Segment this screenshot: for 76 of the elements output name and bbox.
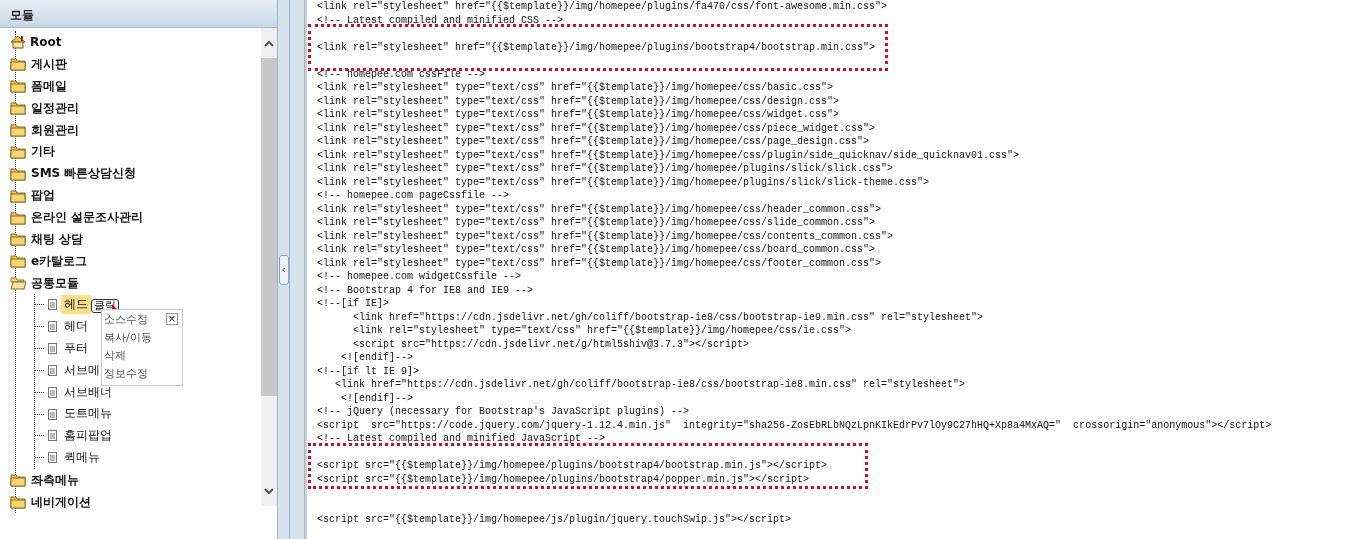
scrollbar[interactable]: [261, 28, 277, 506]
code-line: <link rel="stylesheet" href="{{$template}}/img/homepee/plugins/bootstrap4/bootstrap.min.css">: [317, 40, 876, 54]
code-line: <link href="https://cdn.jsdelivr.net/gh/coliff/bootstrap-ie8/css/bootstrap-ie9.min.css" rel="stylesheet">: [352, 310, 985, 324]
tree-item[interactable]: e카탈로그: [29, 251, 90, 270]
code-line: <!-- Bootstrap 4 for IE8 and IE9 -->: [317, 283, 535, 297]
tree-item[interactable]: SMS 빠른상담신청: [29, 164, 139, 183]
code-line: <script src="{{$template}}/img/homepee/plugins/bootstrap4/bootstrap.min.js"></script>: [317, 459, 829, 473]
code-line: <!-- homepee.com pageCssfile -->: [317, 189, 511, 203]
chevron-up-icon: [263, 38, 275, 48]
collapse-button[interactable]: ‹: [278, 254, 289, 285]
code-line: <link rel="stylesheet" type="text/css" href="{{$template}}/img/homepee/plugins/slick/slick.css">: [317, 162, 895, 176]
code-line: <script src="{{$template}}/img/homepee/plugins/bootstrap4/popper.min.js"></script>: [317, 472, 811, 486]
code-line: <link rel="stylesheet" type="text/css" href="{{$template}}/img/homepee/css/slide_common.css">: [317, 216, 877, 230]
close-button[interactable]: ×: [166, 313, 178, 325]
page-icon: [47, 341, 58, 355]
tree-item[interactable]: 도트메뉴: [61, 404, 115, 424]
page-icon: [47, 385, 58, 399]
tree-item[interactable]: 네비게이션: [29, 492, 93, 511]
code-line: <link rel="stylesheet" type="text/css" href="{{$template}}/img/homepee/css/widget.css">: [317, 108, 841, 122]
page-icon: [47, 429, 58, 443]
tree-item[interactable]: 온라인 설문조사관리: [29, 208, 146, 227]
tree-item[interactable]: 공통모듈: [29, 273, 81, 292]
code-line: <link rel="stylesheet" type="text/css" href="{{$template}}/img/homepee/css/piece_widget.css">: [317, 121, 877, 135]
code-line: <link rel="stylesheet" href="{{$template}}/img/homepee/plugins/fa470/css/font-awesome.min.css">: [317, 0, 889, 14]
tree-item[interactable]: 기타: [29, 142, 57, 161]
tree-item[interactable]: 채팅 상담: [29, 229, 86, 248]
tree-item[interactable]: 게시판: [29, 54, 69, 73]
code-line: <!-- homepee.com widgetCssfile -->: [317, 270, 523, 284]
tree-item[interactable]: 헤드: [61, 295, 91, 315]
code-line: <script src="https://code.jquery.com/jquery-1.12.4.min.js" integrity="sha256-ZosEbRLbNQzLpnKIkEdrPv7lOy9C27hHQ+Xp8a4MxAQ=" crossorigin="anonymous"></script>: [317, 418, 1273, 432]
tree-item[interactable]: 팝업: [29, 186, 57, 205]
page-icon: [47, 407, 58, 421]
code-line: <link rel="stylesheet" type="text/css" href="{{$template}}/img/homepee/plugins/slick/slick-theme.css">: [317, 175, 931, 189]
tree-item[interactable]: 홈피팝업: [61, 426, 115, 446]
chevron-down-icon: [263, 486, 275, 496]
code-line: <link rel="stylesheet" type="text/css" href="{{$template}}/img/homepee/css/footer_common.css">: [317, 256, 883, 270]
code-line: <link rel="stylesheet" type="text/css" href="{{$template}}/img/homepee/css/page_design.css">: [317, 135, 871, 149]
code-line: <!-- Latest compiled and minified CSS -->: [317, 13, 565, 27]
menu-item[interactable]: 정보수정: [104, 365, 148, 383]
code-line: <link rel="stylesheet" type="text/css" href="{{$template}}/img/homepee/css/header_common.css">: [317, 202, 883, 216]
page-icon: [47, 320, 58, 333]
tree-item[interactable]: 서브메: [61, 360, 103, 380]
code-line: <link rel="stylesheet" type="text/css" href="{{$template}}/img/homepee/css/design.css">: [317, 94, 841, 108]
panel-title: 모듈: [0, 0, 277, 28]
code-line: <link href="https://cdn.jsdelivr.net/gh/coliff/bootstrap-ie8/css/bootstrap-ie8.min.css" rel="stylesheet">: [334, 378, 967, 392]
code-line: <!-- Latest compiled and minified JavaScript -->: [317, 432, 607, 446]
code-line: <![endif]-->: [340, 391, 414, 405]
code-line: <link rel="stylesheet" type="text/css" href="{{$template}}/img/homepee/css/basic.css">: [317, 81, 835, 95]
code-line: <!--[if IE]>: [317, 297, 390, 311]
tree-item[interactable]: Root: [28, 32, 64, 51]
page-icon: [47, 363, 58, 377]
tree-item[interactable]: 서브배너: [61, 382, 115, 402]
menu-item[interactable]: 소스수정: [104, 311, 148, 329]
tree-item[interactable]: 헤더: [61, 316, 91, 337]
scrollbar-thumb[interactable]: [261, 58, 277, 396]
tree-item[interactable]: 좌측메뉴: [29, 470, 81, 489]
code-line: <script src="https://cdn.jsdelivr.net/g/html5shiv@3.7.3"></script>: [352, 337, 751, 351]
tree-item[interactable]: 폼메일: [29, 76, 69, 95]
tree-item[interactable]: 일정관리: [29, 98, 81, 117]
page-icon: [47, 451, 58, 465]
tree-item[interactable]: 회원관리: [29, 120, 81, 139]
code-line: <!-- jQuery (necessary for Bootstrap's JavaScript plugins) -->: [317, 405, 691, 419]
code-line: <link rel="stylesheet" type="text/css" href="{{$template}}/img/homepee/css/board_common.css">: [317, 243, 877, 257]
code-line: <script src="{{$template}}/img/homepee/js/plugin/jquery.touchSwip.js"></script>: [317, 513, 793, 527]
tree-item[interactable]: 퀵메뉴: [61, 448, 103, 468]
code-line: <link rel="stylesheet" type="text/css" href="{{$template}}/img/homepee/css/ie.css">: [352, 324, 853, 338]
code-line: <!--[if lt IE 9]>: [317, 364, 421, 378]
page-icon: [47, 298, 58, 312]
code-line: <link rel="stylesheet" type="text/css" href="{{$template}}/img/homepee/css/plugin/side_quicknav/side_quicknav01.css">: [317, 148, 1021, 162]
home-icon: [10, 34, 26, 50]
code-line: <!-- homepee.com cssFile -->: [317, 67, 487, 81]
code-line: <link rel="stylesheet" type="text/css" href="{{$template}}/img/homepee/css/contents_common.css">: [317, 229, 895, 243]
menu-item[interactable]: 삭제: [104, 347, 126, 365]
code-line: <![endif]-->: [340, 351, 414, 365]
tree-item[interactable]: 푸터: [61, 338, 91, 359]
menu-item[interactable]: 복사/이동: [104, 329, 152, 347]
